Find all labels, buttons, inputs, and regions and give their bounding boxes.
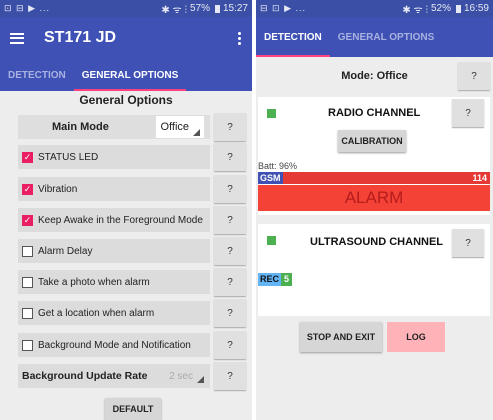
alarm-indicator: ALARM (258, 185, 490, 211)
battery-percent: 52% (430, 3, 451, 14)
battery-percent: 57% (189, 3, 210, 14)
option-help-button[interactable]: ? (214, 237, 246, 265)
option-help-button[interactable]: ? (214, 331, 246, 359)
tab-bar: DETECTION GENERAL OPTIONS (0, 59, 252, 91)
overflow-menu-icon[interactable] (238, 31, 242, 45)
option-label: Background Mode and Notification (38, 339, 191, 351)
bg-rate-row: Background Update Rate 2 sec ? (18, 362, 248, 390)
signal-icons: ✱ ᯤ ⫶ (402, 4, 428, 16)
rec-level-bar: REC 5 (258, 273, 293, 286)
default-button[interactable]: DEFAULT (105, 398, 161, 420)
stop-and-exit-button[interactable]: STOP AND EXIT (300, 322, 382, 352)
option-vibration[interactable]: ✓ Vibration (18, 177, 210, 201)
calibration-button[interactable]: CALIBRATION (338, 130, 406, 152)
checkbox[interactable]: ✓ (22, 151, 33, 163)
main-mode-label: Main Mode (52, 121, 109, 133)
option-get-a-location-when-alarm[interactable]: Get a location when alarm (18, 301, 210, 325)
gsm-level-bar: GSM 114 (258, 172, 490, 184)
option-row: ✓ Vibration? (18, 175, 248, 203)
main-mode-help-button[interactable]: ? (214, 113, 246, 141)
gsm-value: 114 (472, 173, 487, 183)
option-take-a-photo-when-alarm[interactable]: Take a photo when alarm (18, 270, 210, 294)
battery-icon (214, 4, 220, 13)
bg-rate-label: Background Update Rate (22, 370, 148, 382)
ultrasound-help-button[interactable]: ? (452, 229, 484, 257)
ultrasound-channel-card: ULTRASOUND CHANNEL ? REC 5 (258, 224, 490, 316)
ultrasound-channel-title: ULTRASOUND CHANNEL (310, 236, 444, 248)
option-row: Alarm Delay? (18, 237, 248, 265)
checkbox[interactable] (22, 245, 33, 257)
radio-channel-card: RADIO CHANNEL ? CALIBRATION Batt: 96% GS… (258, 97, 490, 215)
option-status-led[interactable]: ✓ STATUS LED (18, 145, 210, 169)
app-title: ST171 JD (44, 29, 117, 46)
tab-bar: DETECTION GENERAL OPTIONS (256, 17, 493, 57)
checkbox[interactable]: ✓ (22, 214, 33, 226)
tab-detection[interactable]: DETECTION (256, 17, 330, 57)
option-row: ✓ STATUS LED? (18, 143, 248, 171)
battery-level: Batt: 96% (258, 161, 298, 171)
bg-rate-help-button[interactable]: ? (214, 362, 246, 390)
app-bar: ST171 JD (0, 17, 252, 59)
mode-help-button[interactable]: ? (458, 62, 490, 90)
main-mode-value: Office (160, 121, 189, 133)
detection-screen: ⊟ ⊡ ▶ ... ✱ ᯤ ⫶ 52% 16:59 DETECTION GENE… (256, 0, 493, 420)
checkbox[interactable]: ✓ (22, 183, 33, 195)
ultrasound-status-indicator (267, 236, 276, 245)
bg-rate-select[interactable]: 2 sec (169, 370, 204, 383)
checkbox[interactable] (22, 307, 33, 319)
radio-help-button[interactable]: ? (452, 99, 484, 127)
option-keep-awake-in-the-foreground-mode[interactable]: ✓ Keep Awake in the Foreground Mode (18, 208, 210, 232)
option-help-button[interactable]: ? (214, 206, 246, 234)
bg-rate-value: 2 sec (169, 370, 193, 382)
tab-detection[interactable]: DETECTION (0, 59, 74, 91)
tab-general-options[interactable]: GENERAL OPTIONS (73, 59, 187, 91)
notification-icons: ⊟ ⊡ ▶ ... (260, 3, 307, 13)
option-row: Take a photo when alarm? (18, 268, 248, 296)
rec-value: 5 (281, 273, 293, 286)
option-row: ✓ Keep Awake in the Foreground Mode? (18, 206, 248, 234)
tab-general-options[interactable]: GENERAL OPTIONS (330, 17, 443, 57)
main-mode-select[interactable]: Office (156, 116, 204, 138)
clock: 15:27 (222, 3, 248, 14)
option-help-button[interactable]: ? (214, 268, 246, 296)
option-label: Keep Awake in the Foreground Mode (38, 214, 203, 226)
option-label: Alarm Delay (38, 245, 93, 257)
dropdown-icon (193, 129, 200, 136)
rec-label: REC (258, 273, 282, 286)
option-background-mode-and-notification[interactable]: Background Mode and Notification (18, 333, 210, 357)
option-row: Background Mode and Notification? (18, 331, 248, 359)
signal-icons: ✱ ᯤ ⫶ (161, 4, 187, 16)
option-row: Get a location when alarm? (18, 299, 248, 327)
main-mode-row: Main Mode Office ? (18, 113, 248, 141)
option-label: STATUS LED (38, 151, 99, 163)
menu-icon[interactable] (10, 32, 24, 44)
option-help-button[interactable]: ? (214, 175, 246, 203)
general-options-screen: ⊡ ⊟ ▶ ... ✱ ᯤ ⫶ 57% 15:27 ST171 JD DETEC… (0, 0, 252, 420)
clock: 16:59 (463, 3, 489, 14)
option-help-button[interactable]: ? (214, 299, 246, 327)
option-label: Vibration (38, 183, 78, 195)
status-bar: ⊡ ⊟ ▶ ... ✱ ᯤ ⫶ 57% 15:27 (0, 0, 252, 17)
checkbox[interactable] (22, 276, 33, 288)
checkbox[interactable] (22, 339, 33, 351)
gsm-label: GSM (258, 172, 283, 184)
option-label: Take a photo when alarm (38, 276, 150, 288)
option-help-button[interactable]: ? (214, 143, 246, 171)
option-alarm-delay[interactable]: Alarm Delay (18, 239, 210, 263)
notification-icons: ⊡ ⊟ ▶ ... (4, 3, 51, 13)
log-button[interactable]: LOG (387, 322, 445, 352)
radio-status-indicator (267, 109, 276, 118)
battery-icon (455, 4, 461, 13)
option-label: Get a location when alarm (38, 307, 155, 319)
dropdown-icon (197, 375, 204, 383)
section-title: General Options (79, 93, 173, 107)
status-bar: ⊟ ⊡ ▶ ... ✱ ᯤ ⫶ 52% 16:59 (256, 0, 493, 17)
radio-channel-title: RADIO CHANNEL (328, 107, 421, 119)
